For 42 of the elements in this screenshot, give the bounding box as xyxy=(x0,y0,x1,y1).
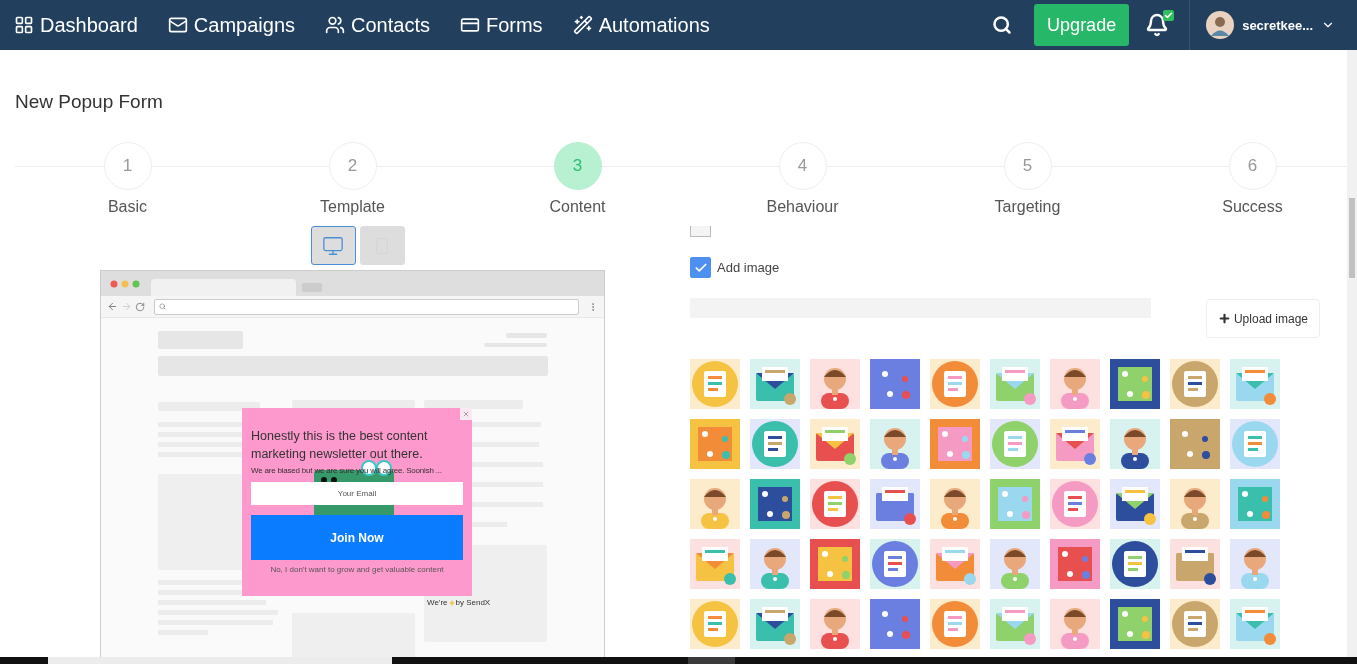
step-label[interactable]: Success xyxy=(1222,198,1283,216)
step-label[interactable]: Basic xyxy=(107,198,148,216)
card-icon xyxy=(459,15,480,35)
user-menu[interactable]: secretkee... xyxy=(1189,0,1357,50)
scroll-thumb[interactable] xyxy=(1349,198,1355,278)
email-field[interactable]: Your Email xyxy=(251,482,463,505)
people-icon xyxy=(325,15,345,35)
nav-link[interactable]: Forms xyxy=(459,13,543,37)
step-label[interactable]: Content xyxy=(549,198,606,216)
checkbox[interactable] xyxy=(690,226,711,237)
plus-icon xyxy=(1217,312,1231,325)
decline-link[interactable]: No, I don't want to grow and get valuable content xyxy=(251,565,463,574)
bolt-icon xyxy=(448,599,455,606)
nav-link[interactable]: Automations xyxy=(572,13,710,37)
mail-icon xyxy=(167,15,188,35)
search-button[interactable] xyxy=(992,15,1013,35)
checkbox-label[interactable]: Add image xyxy=(717,260,780,275)
nav-link[interactable]: Dashboard xyxy=(14,13,138,37)
step-label[interactable]: Template xyxy=(320,198,385,216)
scrollbar[interactable] xyxy=(1347,50,1357,657)
wand-icon xyxy=(572,15,593,35)
popup-heading: Honestly this is the best content marketing newsletter out there. xyxy=(251,428,429,463)
close-button[interactable] xyxy=(460,408,472,420)
close-icon xyxy=(462,410,470,418)
upload-button[interactable]: Upload image xyxy=(1205,299,1320,338)
checkbox[interactable] xyxy=(690,257,711,278)
step-label[interactable]: Behaviour xyxy=(766,198,839,216)
nav-link[interactable]: Contacts xyxy=(325,13,430,37)
join-button[interactable]: Join Now xyxy=(251,515,463,560)
device-toggle[interactable] xyxy=(310,226,356,265)
forward-icon xyxy=(121,301,132,312)
step-label[interactable]: Targeting xyxy=(994,198,1061,216)
nav-link[interactable]: Campaigns xyxy=(167,13,295,37)
reload-icon xyxy=(135,301,145,312)
branding-text: by SendX xyxy=(455,598,491,607)
grid-icon xyxy=(14,15,34,35)
search-icon xyxy=(159,303,166,310)
monitor-icon xyxy=(322,234,344,257)
branding-text: We're xyxy=(427,598,448,607)
avatar-icon xyxy=(1206,11,1235,39)
back-icon xyxy=(107,301,118,312)
page-title: New Popup Form xyxy=(15,90,164,114)
